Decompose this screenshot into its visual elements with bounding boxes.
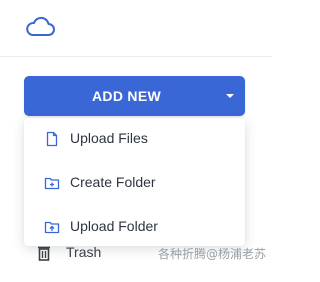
menu-item-create-folder[interactable]: Create Folder — [24, 162, 245, 204]
add-new-dropdown-menu: Upload Files Create Folder Upload Folder — [24, 118, 245, 246]
sidebar: ADD NEW Trash Upload Files Create Folder… — [0, 0, 272, 282]
file-icon — [44, 131, 60, 147]
folder-upload-icon — [44, 219, 60, 235]
watermark-text: 各种折腾@杨浦老苏 — [157, 247, 266, 261]
header-divider — [0, 56, 272, 57]
caret-down-icon[interactable] — [226, 94, 234, 98]
menu-item-label: Upload Files — [70, 130, 148, 146]
menu-item-label: Create Folder — [70, 174, 156, 190]
add-new-button[interactable]: ADD NEW — [24, 76, 245, 116]
folder-plus-icon — [44, 175, 60, 191]
cloud-icon[interactable] — [24, 14, 56, 40]
menu-item-label: Upload Folder — [70, 218, 158, 234]
menu-item-upload-files[interactable]: Upload Files — [24, 118, 245, 160]
add-new-label: ADD NEW — [92, 88, 161, 104]
menu-item-upload-folder[interactable]: Upload Folder — [24, 206, 245, 248]
